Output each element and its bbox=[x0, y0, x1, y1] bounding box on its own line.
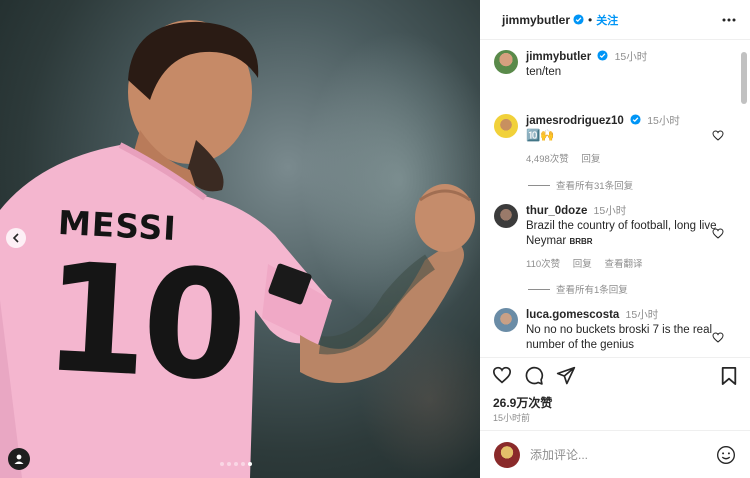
like-count[interactable]: 26.9万次赞 bbox=[493, 394, 552, 411]
view-replies-button[interactable]: 查看所有1条回复 bbox=[528, 282, 628, 296]
heart-icon[interactable] bbox=[492, 366, 512, 384]
post-image: MESSI 10 bbox=[0, 0, 480, 478]
verified-icon bbox=[630, 114, 641, 125]
emoji-icon[interactable] bbox=[716, 445, 736, 465]
caption-time: 15小时 bbox=[614, 51, 648, 63]
translate-button[interactable]: 查看翻译 bbox=[604, 259, 642, 270]
post-side-panel: jimmybutler • 关注 jimmybutler 15小时 ten/te… bbox=[480, 0, 750, 478]
carousel-dot[interactable] bbox=[241, 462, 245, 466]
avatar[interactable] bbox=[494, 204, 518, 228]
comment-username[interactable]: luca.gomescosta bbox=[526, 309, 619, 321]
carousel-dot[interactable] bbox=[248, 462, 252, 466]
avatar[interactable] bbox=[494, 50, 518, 74]
avatar[interactable] bbox=[494, 114, 518, 138]
comment-username[interactable]: thur_0doze bbox=[526, 205, 587, 217]
bookmark-icon[interactable] bbox=[720, 366, 738, 386]
verified-icon bbox=[573, 14, 584, 25]
author-username[interactable]: jimmybutler bbox=[502, 13, 570, 27]
reply-button[interactable]: 回复 bbox=[573, 259, 592, 270]
comment-text: 🔟🙌 bbox=[526, 130, 555, 142]
verified-icon bbox=[597, 50, 608, 61]
comment-time: 15小时 bbox=[593, 205, 627, 217]
share-icon[interactable] bbox=[556, 366, 576, 386]
heart-icon[interactable] bbox=[712, 332, 724, 343]
comment-likes[interactable]: 110次赞 bbox=[526, 259, 560, 270]
user-tag-button[interactable] bbox=[8, 448, 30, 470]
comment-text: No no no buckets broski 7 is the real nu… bbox=[526, 324, 713, 351]
comment-item: jamesrodriguez10 15小时 🔟🙌 4,498次赞 回复 bbox=[494, 114, 724, 165]
chevron-left-icon bbox=[12, 233, 19, 243]
heart-icon[interactable] bbox=[712, 228, 724, 239]
comment-item: luca.gomescosta 15小时 No no no buckets br… bbox=[494, 308, 724, 353]
comments-list[interactable]: jimmybutler 15小时 ten/ten jamesrodriguez1… bbox=[480, 40, 750, 358]
jersey-number: 10 bbox=[39, 230, 246, 416]
carousel-dot[interactable] bbox=[220, 462, 224, 466]
avatar[interactable] bbox=[494, 308, 518, 332]
post-header: jimmybutler • 关注 bbox=[480, 0, 750, 40]
post-actions bbox=[492, 366, 738, 388]
heart-icon[interactable] bbox=[712, 130, 724, 141]
comment-item: thur_0doze 15小时 Brazil the country of fo… bbox=[494, 204, 724, 270]
comment-time: 15小时 bbox=[625, 309, 659, 321]
carousel-dot[interactable] bbox=[227, 462, 231, 466]
comment-likes[interactable]: 4,498次赞 bbox=[526, 154, 569, 165]
add-comment-bar: 添加评论... bbox=[480, 430, 750, 478]
caption-text: ten/ten bbox=[526, 66, 562, 78]
carousel-dots bbox=[220, 462, 252, 466]
carousel-prev-button[interactable] bbox=[6, 228, 26, 248]
comment-text: Brazil the country of football, long liv… bbox=[526, 220, 717, 247]
scrollbar-thumb[interactable] bbox=[741, 52, 747, 104]
post-time: 15小时前 bbox=[493, 413, 531, 423]
view-replies-button[interactable]: 查看所有31条回复 bbox=[528, 178, 633, 192]
reply-button[interactable]: 回复 bbox=[581, 154, 600, 165]
flag-emoji: BRBR bbox=[569, 237, 593, 246]
instagram-post-modal: MESSI 10 jimmybutler • 关注 jimmybutler 15… bbox=[0, 0, 750, 478]
carousel-dot[interactable] bbox=[234, 462, 238, 466]
add-comment-input[interactable]: 添加评论... bbox=[530, 446, 588, 463]
comment-icon[interactable] bbox=[524, 366, 544, 386]
current-user-avatar bbox=[494, 441, 520, 468]
user-tag-icon bbox=[14, 454, 24, 464]
more-icon[interactable] bbox=[722, 18, 736, 22]
follow-button[interactable]: 关注 bbox=[596, 12, 618, 28]
separator: • bbox=[588, 12, 593, 27]
caption: jimmybutler 15小时 ten/ten bbox=[494, 50, 724, 80]
comment-time: 15小时 bbox=[647, 115, 680, 127]
caption-username[interactable]: jimmybutler bbox=[526, 51, 591, 63]
comment-username[interactable]: jamesrodriguez10 bbox=[526, 115, 624, 127]
